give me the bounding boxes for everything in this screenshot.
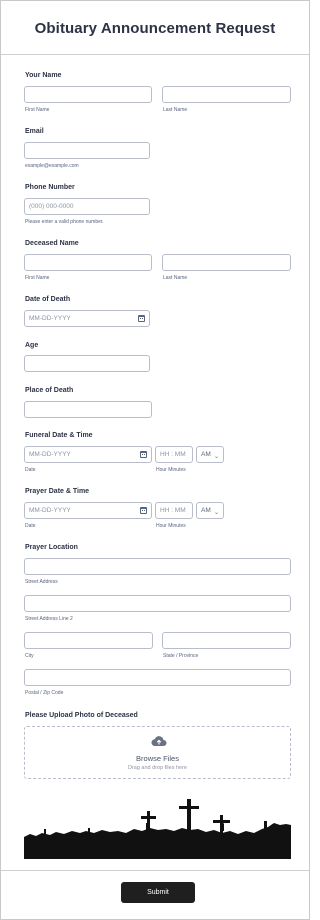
deceased-last-name-input[interactable]	[162, 254, 291, 271]
prayer-date-input[interactable]: MM-DD-YYYY	[24, 502, 152, 519]
date-of-death-label: Date of Death	[25, 296, 71, 303]
state-sublabel: State / Province	[163, 653, 199, 659]
postal-code-sublabel: Postal / Zip Code	[25, 690, 64, 696]
deceased-name-label: Deceased Name	[25, 240, 79, 247]
file-upload-dropzone[interactable]: Browse Files Drag and drop files here	[24, 726, 291, 779]
email-sublabel: example@example.com	[25, 163, 79, 169]
prayer-location-label: Prayer Location	[25, 544, 78, 551]
funeral-date-sublabel: Date	[25, 467, 36, 473]
phone-input[interactable]: (000) 000-0000	[24, 198, 150, 215]
funeral-time-input[interactable]: HH : MM	[155, 446, 193, 463]
age-input[interactable]	[24, 355, 150, 372]
date-of-death-input[interactable]: MM-DD-YYYY	[24, 310, 150, 327]
phone-label: Phone Number	[25, 184, 75, 191]
your-first-name-input[interactable]	[24, 86, 152, 103]
postal-code-input[interactable]	[24, 669, 291, 686]
city-sublabel: City	[25, 653, 34, 659]
funeral-time-sublabel: Hour Minutes	[156, 467, 186, 473]
email-label: Email	[25, 128, 44, 135]
street-address-line2-sublabel: Street Address Line 2	[25, 616, 73, 622]
funeral-date-placeholder: MM-DD-YYYY	[29, 451, 71, 458]
place-of-death-input[interactable]	[24, 401, 152, 418]
street-address-line2-input[interactable]	[24, 595, 291, 612]
submit-button[interactable]: Submit	[121, 882, 195, 903]
phone-sublabel: Please enter a valid phone number.	[25, 219, 104, 225]
deceased-first-name-input[interactable]	[24, 254, 152, 271]
prayer-date-sublabel: Date	[25, 523, 36, 529]
email-input[interactable]	[24, 142, 150, 159]
cloud-upload-icon	[151, 736, 167, 747]
your-name-label: Your Name	[25, 72, 62, 79]
funeral-label: Funeral Date & Time	[25, 432, 93, 439]
calendar-icon[interactable]	[140, 451, 147, 458]
deceased-first-name-sublabel: First Name	[25, 275, 50, 281]
form-header: Obituary Announcement Request	[1, 1, 309, 55]
street-address-sublabel: Street Address	[25, 579, 58, 585]
form-container: Obituary Announcement Request Your Name …	[0, 0, 310, 920]
prayer-ampm-value: AM	[201, 507, 211, 514]
browse-files-text: Browse Files	[136, 754, 179, 763]
funeral-ampm-value: AM	[201, 451, 211, 458]
city-input[interactable]	[24, 632, 153, 649]
chevron-down-icon: ⌄	[213, 510, 219, 516]
prayer-label: Prayer Date & Time	[25, 488, 90, 495]
calendar-icon[interactable]	[140, 507, 147, 514]
drag-drop-hint: Drag and drop files here	[127, 765, 187, 771]
prayer-time-input[interactable]: HH : MM	[155, 502, 193, 519]
funeral-date-input[interactable]: MM-DD-YYYY	[24, 446, 152, 463]
prayer-time-sublabel: Hour Minutes	[156, 523, 186, 529]
upload-label: Please Upload Photo of Deceased	[25, 712, 138, 719]
age-label: Age	[25, 342, 39, 349]
your-last-name-input[interactable]	[162, 86, 291, 103]
street-address-input[interactable]	[24, 558, 291, 575]
state-input[interactable]	[162, 632, 291, 649]
calendar-icon[interactable]	[138, 315, 145, 322]
prayer-date-placeholder: MM-DD-YYYY	[29, 507, 71, 514]
chevron-down-icon: ⌄	[213, 454, 219, 460]
crosses-silhouette-image	[24, 799, 291, 859]
deceased-last-name-sublabel: Last Name	[163, 275, 188, 281]
place-of-death-label: Place of Death	[25, 387, 74, 394]
prayer-ampm-select[interactable]: AM ⌄	[196, 502, 224, 519]
your-first-name-sublabel: First Name	[25, 107, 50, 113]
funeral-ampm-select[interactable]: AM ⌄	[196, 446, 224, 463]
page-title: Obituary Announcement Request	[34, 20, 276, 37]
date-of-death-placeholder: MM-DD-YYYY	[29, 315, 71, 322]
your-last-name-sublabel: Last Name	[163, 107, 188, 113]
